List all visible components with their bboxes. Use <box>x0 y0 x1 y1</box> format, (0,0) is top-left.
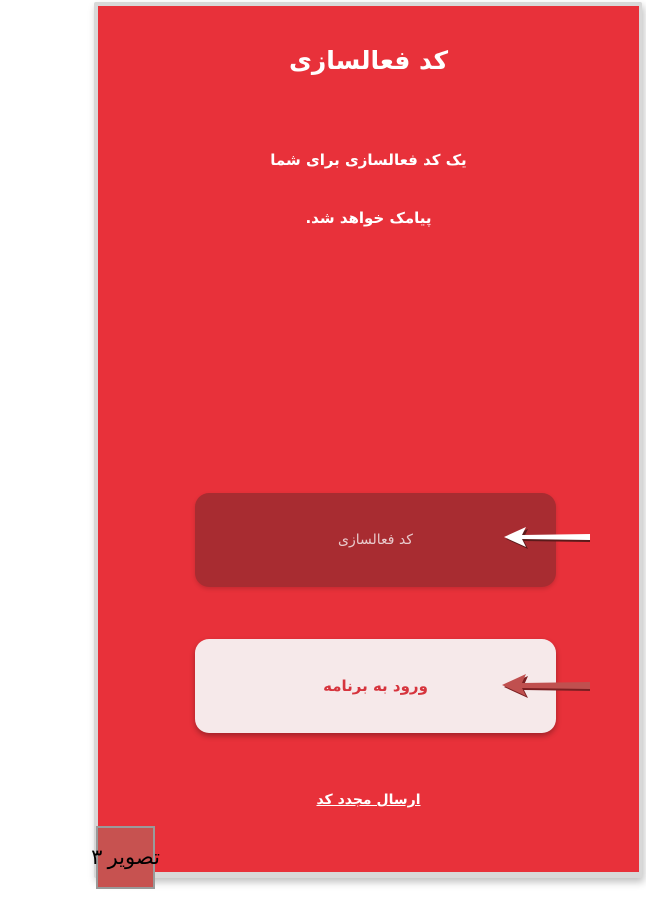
figure-caption: تصویر ۳ <box>91 826 160 889</box>
figure-caption-label: تصویر ۳ <box>91 845 160 869</box>
activation-screen: کد فعالسازی یک کد فعالسازی برای شما پیام… <box>98 6 639 872</box>
left-arrow-icon <box>504 527 590 549</box>
activation-code-input[interactable]: کد فعالسازی <box>195 493 556 587</box>
left-arrow-icon <box>502 674 590 698</box>
activation-code-placeholder: کد فعالسازی <box>338 532 413 548</box>
subtitle-line-1: یک کد فعالسازی برای شما <box>270 151 467 169</box>
subtitle-line-2: پیامک خواهد شد. <box>305 209 432 227</box>
page-title: کد فعالسازی <box>288 46 449 75</box>
page: کد فعالسازی یک کد فعالسازی برای شما پیام… <box>0 0 646 898</box>
resend-code-label: ارسال مجدد کد <box>316 792 421 808</box>
resend-code-link[interactable]: ارسال مجدد کد <box>98 792 639 808</box>
login-button-label: ورود به برنامه <box>323 677 428 695</box>
